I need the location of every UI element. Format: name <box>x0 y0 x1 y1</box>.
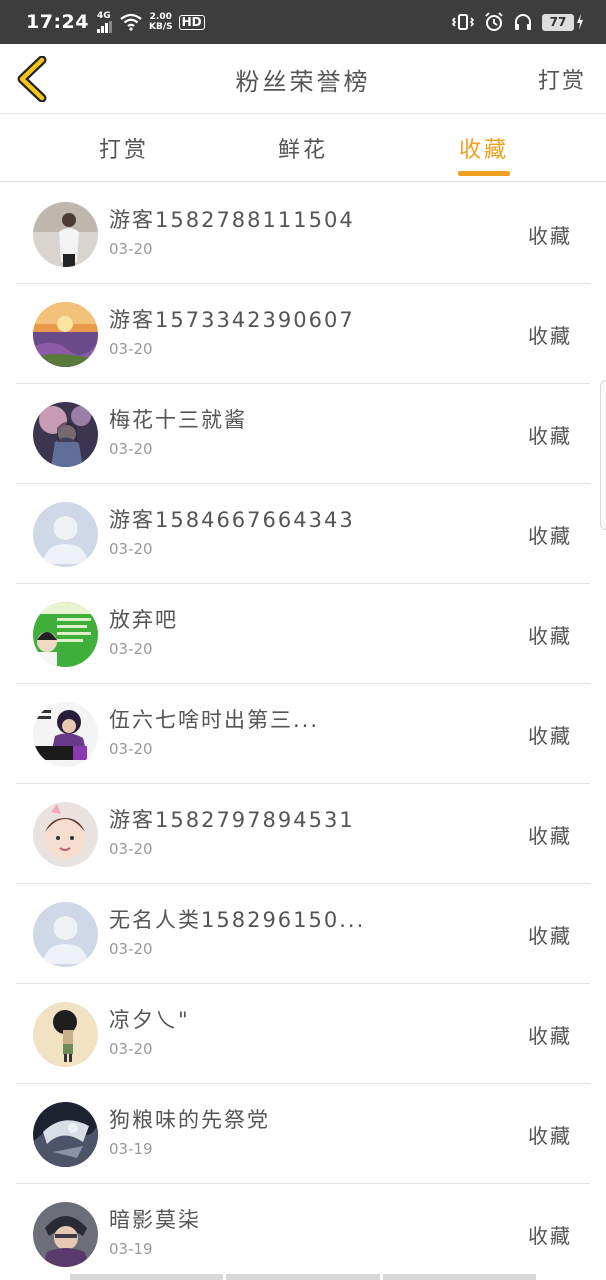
fan-list: 游客1582788111504 03-20 收藏 游客1573342390607… <box>0 184 606 1280</box>
network-speed: 2.00 KB/S <box>148 12 173 32</box>
list-item[interactable]: 放弃吧 03-20 收藏 <box>16 584 590 684</box>
avatar <box>33 1202 98 1267</box>
user-name: 梅花十三就酱 <box>109 408 247 432</box>
item-action-label: 收藏 <box>528 1024 572 1048</box>
bottom-edge-bar <box>70 1274 536 1280</box>
list-item[interactable]: 无名人类158296150... 03-20 收藏 <box>16 884 590 984</box>
status-bar: 17:24 4G 2.00 KB/S HD 77 <box>0 0 606 44</box>
list-item[interactable]: 游客1582788111504 03-20 收藏 <box>16 184 590 284</box>
hd-badge: HD <box>178 14 205 30</box>
alarm-icon <box>485 12 503 31</box>
list-item[interactable]: 游客1582797894531 03-20 收藏 <box>16 784 590 884</box>
tip-button[interactable]: 打赏 <box>538 63 586 95</box>
list-item[interactable]: 暗影莫柒 03-19 收藏 <box>16 1184 590 1280</box>
user-name: 游客1582797894531 <box>109 808 355 832</box>
avatar <box>33 1102 98 1167</box>
avatar <box>33 702 98 767</box>
item-action-label: 收藏 <box>528 524 572 548</box>
item-date: 03-20 <box>109 840 153 858</box>
tab-tip[interactable]: 打赏 <box>74 132 174 164</box>
avatar <box>33 402 98 467</box>
vibrate-icon <box>451 14 475 30</box>
avatar <box>33 1002 98 1067</box>
avatar <box>33 802 98 867</box>
list-item[interactable]: 梅花十三就酱 03-20 收藏 <box>16 384 590 484</box>
user-name: 凉夕乀" <box>109 1008 190 1032</box>
list-item[interactable]: 凉夕乀" 03-20 收藏 <box>16 984 590 1084</box>
avatar <box>33 302 98 367</box>
status-time: 17:24 <box>26 11 89 33</box>
user-name: 伍六七啥时出第三... <box>109 708 320 732</box>
item-date: 03-20 <box>109 440 153 458</box>
item-action-label: 收藏 <box>528 324 572 348</box>
list-item[interactable]: 伍六七啥时出第三... 03-20 收藏 <box>16 684 590 784</box>
wifi-icon <box>120 13 142 31</box>
signal-icon <box>96 20 112 33</box>
list-item[interactable]: 游客1573342390607 03-20 收藏 <box>16 284 590 384</box>
item-action-label: 收藏 <box>528 424 572 448</box>
avatar <box>33 902 98 967</box>
item-date: 03-20 <box>109 1040 153 1058</box>
list-item[interactable]: 游客1584667664343 03-20 收藏 <box>16 484 590 584</box>
network-indicator: 4G <box>96 11 113 33</box>
default-user-icon <box>33 902 98 967</box>
avatar <box>33 202 98 267</box>
item-action-label: 收藏 <box>528 924 572 948</box>
item-date: 03-19 <box>109 1140 153 1158</box>
user-name: 无名人类158296150... <box>109 908 366 932</box>
item-date: 03-20 <box>109 540 153 558</box>
item-date: 03-20 <box>109 940 153 958</box>
tab-bar: 打赏 鲜花 收藏 <box>0 114 606 182</box>
user-name: 放弃吧 <box>109 608 178 632</box>
item-date: 03-20 <box>109 340 153 358</box>
item-action-label: 收藏 <box>528 224 572 248</box>
item-date: 03-20 <box>109 640 153 658</box>
default-user-icon <box>33 502 98 567</box>
user-name: 游客1582788111504 <box>109 208 355 232</box>
page-title: 粉丝荣誉榜 <box>235 68 371 96</box>
avatar <box>33 602 98 667</box>
battery-indicator: 77 <box>542 13 584 31</box>
item-action-label: 收藏 <box>528 824 572 848</box>
item-action-label: 收藏 <box>528 1124 572 1148</box>
item-date: 03-20 <box>109 240 153 258</box>
user-name: 狗粮味的先祭党 <box>109 1108 270 1132</box>
item-date: 03-20 <box>109 740 153 758</box>
active-tab-indicator <box>458 171 510 176</box>
item-action-label: 收藏 <box>528 624 572 648</box>
avatar <box>33 502 98 567</box>
headphone-icon <box>515 14 531 30</box>
item-action-label: 收藏 <box>528 1224 572 1248</box>
edge-scroll-handle[interactable] <box>600 380 606 530</box>
user-name: 暗影莫柒 <box>109 1208 201 1232</box>
tab-flowers[interactable]: 鲜花 <box>253 132 353 164</box>
app-header: 粉丝荣誉榜 打赏 <box>0 44 606 114</box>
list-item[interactable]: 狗粮味的先祭党 03-19 收藏 <box>16 1084 590 1184</box>
tab-favorites[interactable]: 收藏 <box>434 132 534 164</box>
item-action-label: 收藏 <box>528 724 572 748</box>
item-date: 03-19 <box>109 1240 153 1258</box>
user-name: 游客1584667664343 <box>109 508 355 532</box>
user-name: 游客1573342390607 <box>109 308 355 332</box>
charging-icon <box>577 14 583 30</box>
